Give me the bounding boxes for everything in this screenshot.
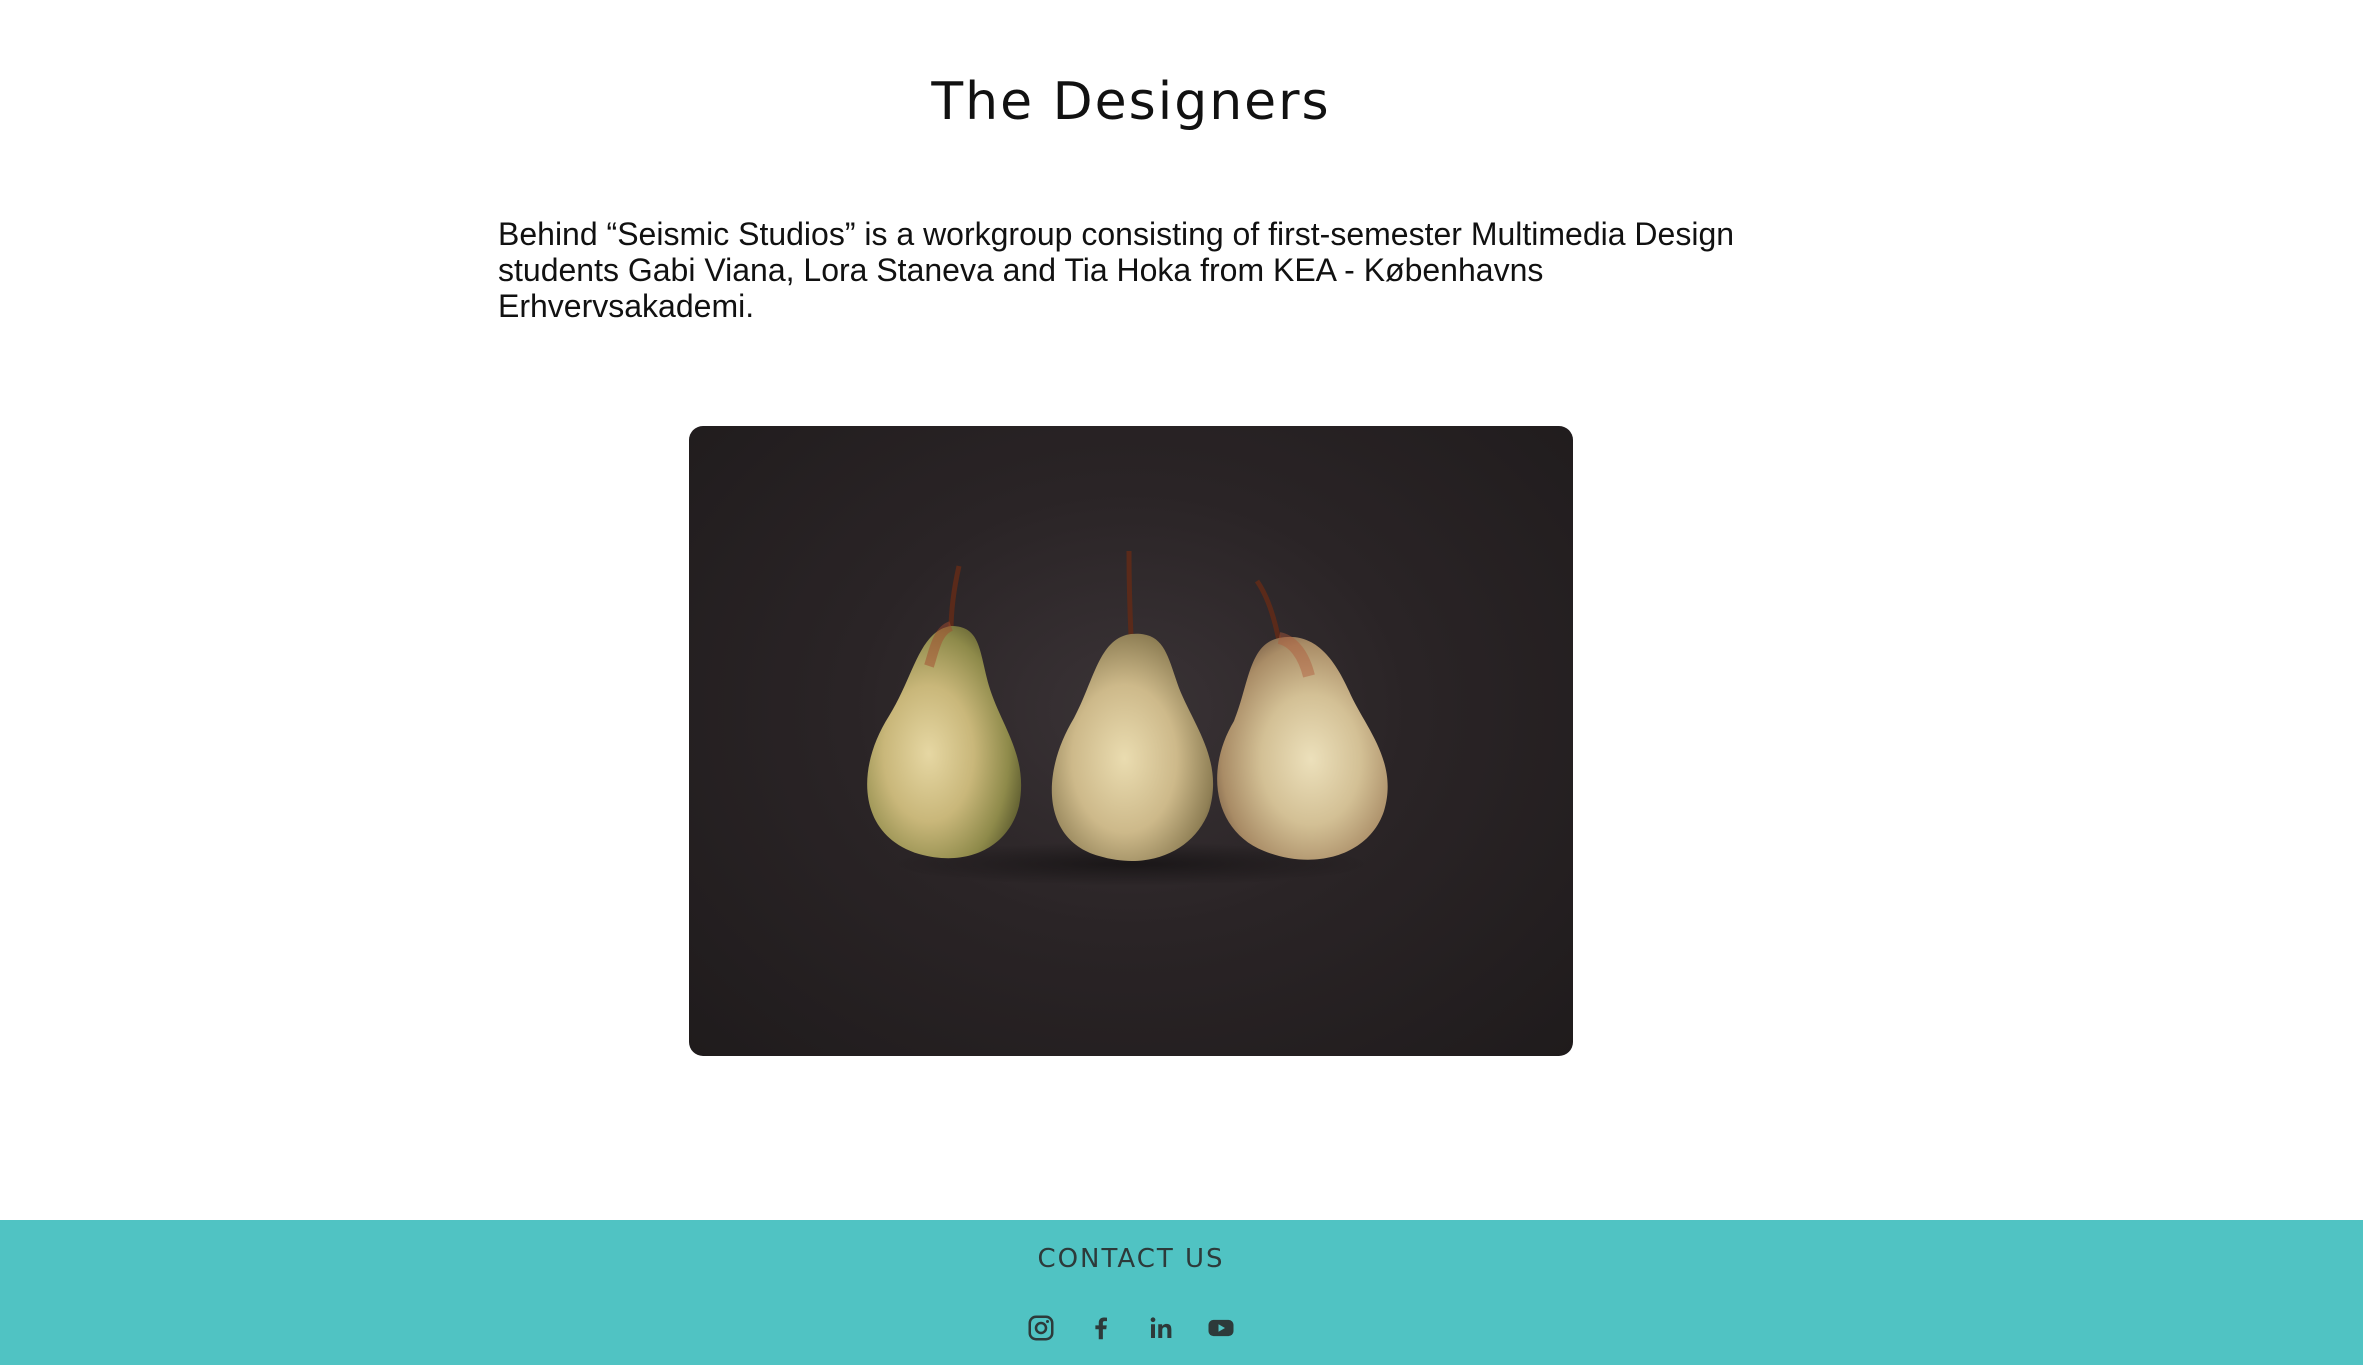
contact-us-heading: CONTACT US: [1037, 1244, 1225, 1274]
youtube-icon: [1208, 1319, 1234, 1337]
page-title: The Designers: [931, 72, 1331, 132]
instagram-icon: [1028, 1315, 1054, 1341]
linkedin-link[interactable]: [1146, 1313, 1176, 1343]
facebook-link[interactable]: [1086, 1313, 1116, 1343]
pears-photo: [689, 426, 1573, 1056]
youtube-link[interactable]: [1206, 1313, 1236, 1343]
footer: CONTACT US: [0, 1220, 2363, 1365]
linkedin-icon: [1150, 1317, 1172, 1338]
instagram-link[interactable]: [1026, 1313, 1056, 1343]
page: The Designers Behind “Seismic Studios” i…: [0, 0, 2363, 1365]
facebook-icon: [1095, 1317, 1107, 1340]
intro-paragraph: Behind “Seismic Studios” is a workgroup …: [498, 216, 1735, 324]
pear-middle: [1051, 550, 1214, 861]
pear-right: [1217, 579, 1388, 860]
pear-left: [867, 565, 1022, 859]
social-links: [0, 1313, 2262, 1343]
